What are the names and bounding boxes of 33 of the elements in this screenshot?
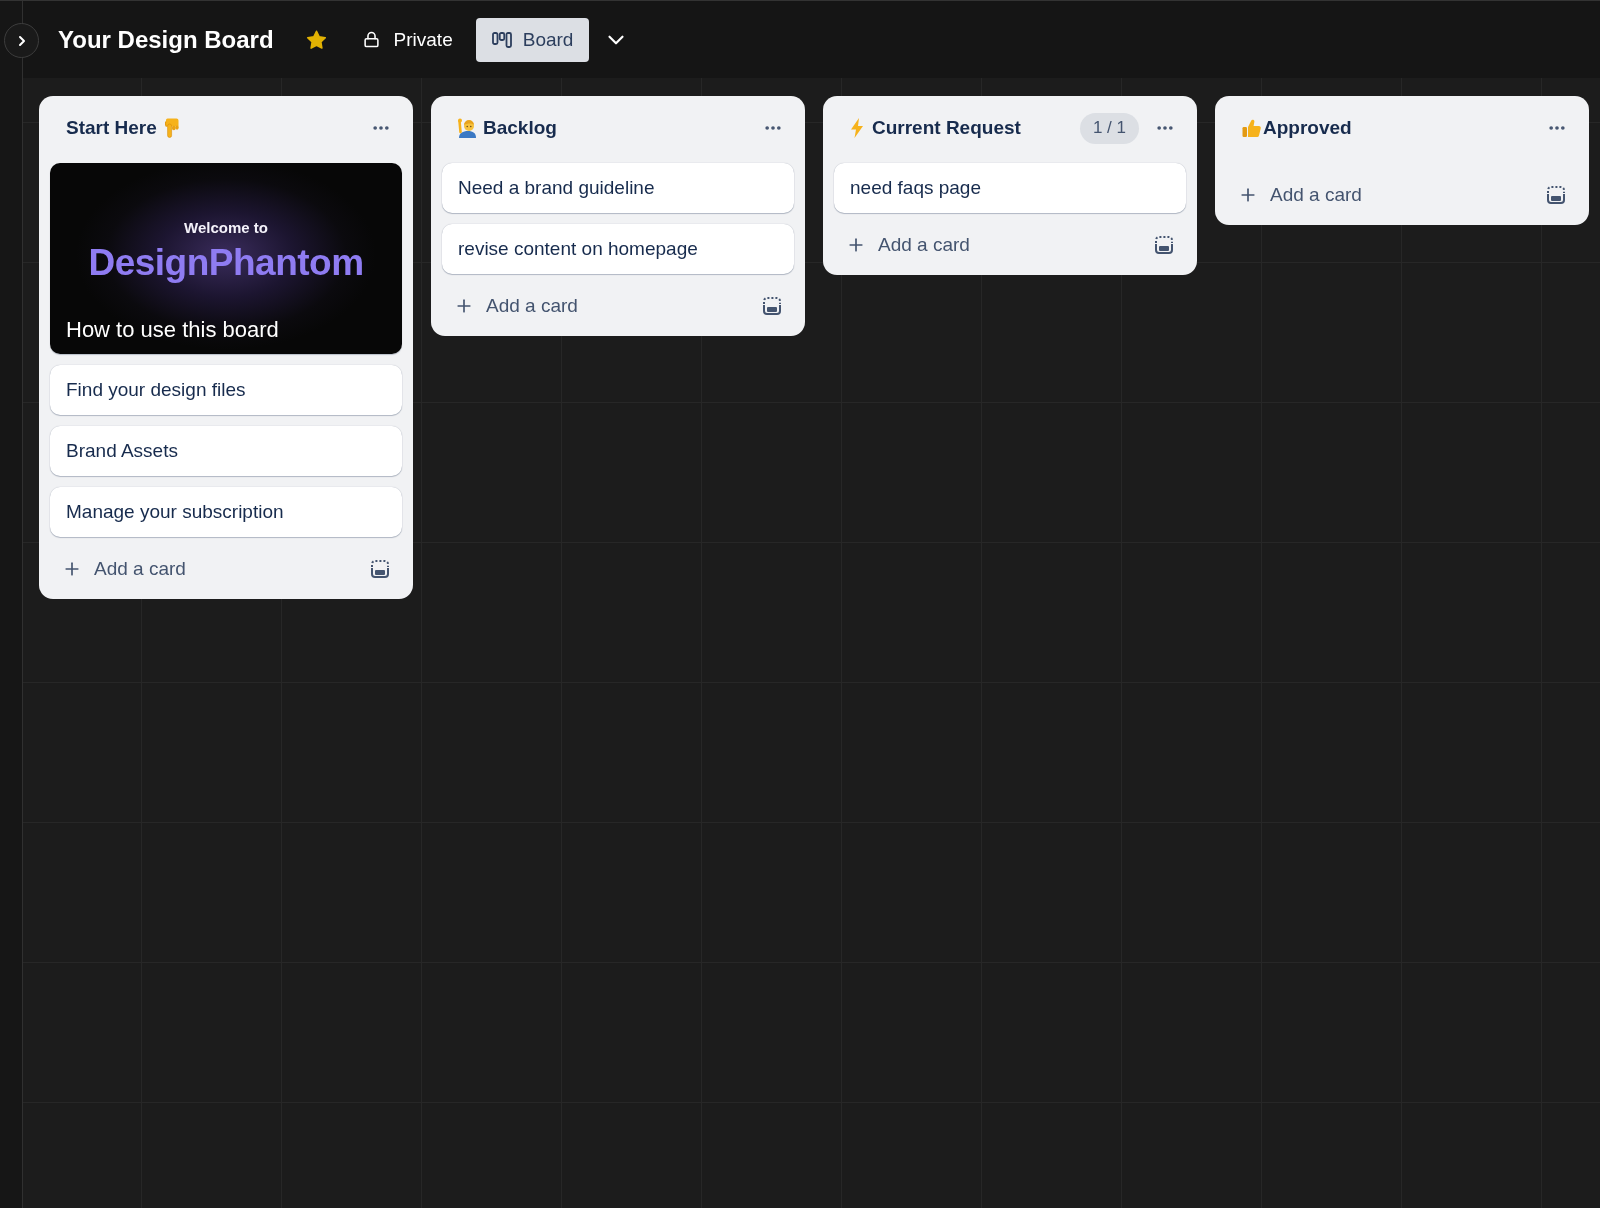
add-card-button[interactable]: Add a card bbox=[834, 225, 1140, 265]
board-view-button[interactable]: Board bbox=[475, 17, 590, 62]
person-raising-hand-icon bbox=[458, 118, 477, 138]
add-card-button[interactable]: Add a card bbox=[442, 286, 748, 326]
task-card[interactable]: Brand Assets bbox=[50, 426, 402, 476]
list-title: Backlog bbox=[483, 117, 557, 139]
add-card-button[interactable]: Add a card bbox=[50, 549, 356, 589]
hand-pointing-down-icon bbox=[164, 118, 180, 138]
board-icon bbox=[491, 31, 512, 48]
card-template-icon[interactable] bbox=[1154, 235, 1174, 255]
add-card-button[interactable]: Add a card bbox=[1226, 175, 1532, 215]
card-template-icon[interactable] bbox=[762, 296, 782, 316]
lock-icon bbox=[362, 31, 380, 48]
lightning-icon bbox=[850, 118, 864, 138]
card-title: How to use this board bbox=[65, 316, 280, 344]
logo-wordmark: DesignPhantom bbox=[88, 243, 364, 283]
card-count-badge: 1 / 1 bbox=[1079, 112, 1139, 144]
task-card[interactable]: Manage your subscription bbox=[50, 487, 402, 537]
thumbs-up-icon bbox=[1242, 118, 1262, 138]
star-icon[interactable] bbox=[305, 29, 327, 50]
list-title: Approved bbox=[1263, 117, 1352, 139]
list-title: Start Here bbox=[66, 117, 157, 139]
welcome-text: Welcome to bbox=[184, 219, 268, 237]
task-card[interactable]: revise content on homepage bbox=[442, 224, 794, 274]
cover-card[interactable]: Welcome to DesignPhantom How to use this board bbox=[50, 163, 402, 354]
board-title: Your Design Board bbox=[58, 25, 274, 54]
card-template-icon[interactable] bbox=[370, 559, 390, 579]
card-template-icon[interactable] bbox=[1546, 185, 1566, 205]
task-card[interactable]: Find your design files bbox=[50, 365, 402, 415]
task-card[interactable]: Need a brand guideline bbox=[442, 163, 794, 213]
task-card[interactable]: need faqs page bbox=[834, 163, 1186, 213]
list-title: Current Request bbox=[872, 117, 1021, 139]
visibility-button[interactable]: Private bbox=[362, 28, 453, 51]
